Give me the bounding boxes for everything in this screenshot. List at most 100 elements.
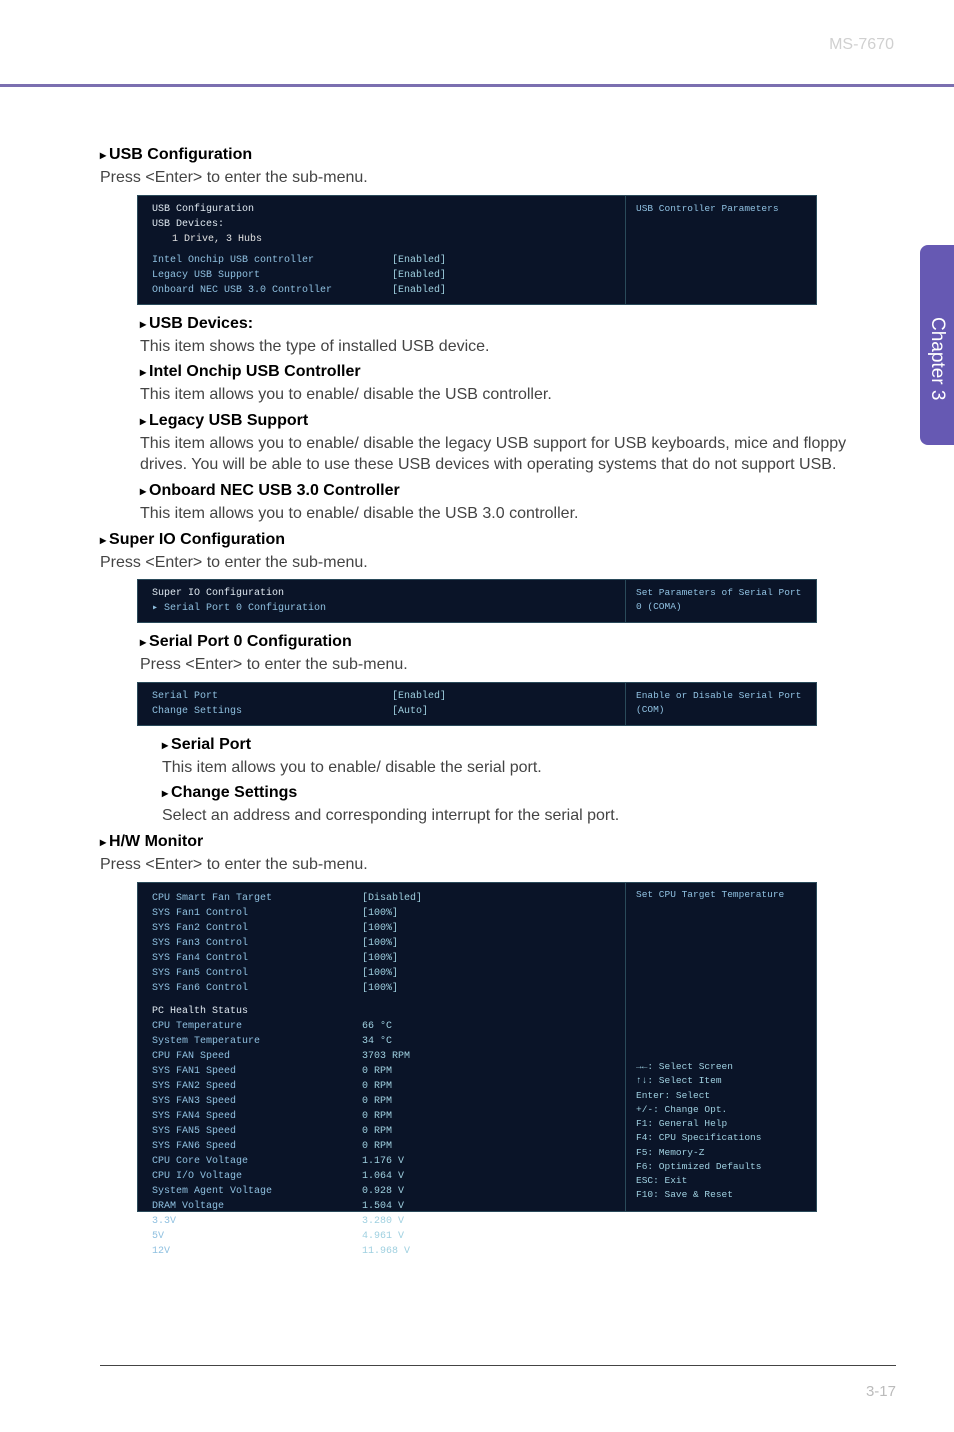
bios-value: 3.280 V xyxy=(362,1214,404,1229)
bios-help: Enable or Disable Serial Port (COM) xyxy=(636,689,806,718)
bios-value: [100%] xyxy=(362,921,398,936)
bios-help: Set Parameters of Serial Port 0 (COMA) xyxy=(636,586,806,615)
bios-value: [100%] xyxy=(362,936,398,951)
bios-value: [Enabled] xyxy=(392,689,446,704)
bios-nav-line: F1: General Help xyxy=(636,1117,806,1131)
bios-value: 1.176 V xyxy=(362,1154,404,1169)
bios-label: USB Devices: xyxy=(152,217,392,232)
onboard-nec-desc: This item allows you to enable/ disable … xyxy=(140,503,854,525)
hw-desc: Press <Enter> to enter the sub-menu. xyxy=(100,854,854,876)
bios-value: 4.961 V xyxy=(362,1229,404,1244)
usb-config-title: USB Configuration xyxy=(109,146,252,163)
bios-label: SYS Fan4 Control xyxy=(152,951,362,966)
bios-label: 12V xyxy=(152,1244,362,1259)
bios-label: USB Configuration xyxy=(152,202,392,217)
bios-label: DRAM Voltage xyxy=(152,1199,362,1214)
model-label: MS-7670 xyxy=(829,36,894,54)
bios-value: 34 °C xyxy=(362,1034,392,1049)
bios-value: 0 RPM xyxy=(362,1109,392,1124)
bios-label: SYS Fan1 Control xyxy=(152,906,362,921)
bios-value: [Enabled] xyxy=(392,268,446,283)
bios-nav-line: F6: Optimized Defaults xyxy=(636,1160,806,1174)
footer-divider xyxy=(100,1365,896,1366)
usb-devices-desc: This item shows the type of installed US… xyxy=(140,336,854,358)
bios-value: 0 RPM xyxy=(362,1064,392,1079)
bios-label: CPU Temperature xyxy=(152,1019,362,1034)
bios-label: SYS FAN3 Speed xyxy=(152,1094,362,1109)
bios-value: [100%] xyxy=(362,906,398,921)
usb-config-desc: Press <Enter> to enter the sub-menu. xyxy=(100,167,854,189)
serial0-title: Serial Port 0 Configuration xyxy=(149,633,352,650)
bios-section: PC Health Status xyxy=(152,1004,362,1019)
legacy-usb-title: Legacy USB Support xyxy=(149,412,308,429)
bios-nav-line: +/-: Change Opt. xyxy=(636,1103,806,1117)
serialport-title: Serial Port xyxy=(171,736,251,753)
serialport-desc: This item allows you to enable/ disable … xyxy=(162,757,854,779)
bios-value: 66 °C xyxy=(362,1019,392,1034)
bios-value: 0 RPM xyxy=(362,1079,392,1094)
bios-label: SYS Fan5 Control xyxy=(152,966,362,981)
changesettings-title: Change Settings xyxy=(171,784,297,801)
bios-label: SYS FAN1 Speed xyxy=(152,1064,362,1079)
chapter-tab: Chapter 3 xyxy=(920,245,954,445)
bios-label: SYS Fan6 Control xyxy=(152,981,362,996)
bios-label: SYS Fan3 Control xyxy=(152,936,362,951)
bios-label: SYS FAN5 Speed xyxy=(152,1124,362,1139)
bios-value: [100%] xyxy=(362,951,398,966)
bios-nav-line: Enter: Select xyxy=(636,1089,806,1103)
bios-label: Legacy USB Support xyxy=(152,268,392,283)
bios-label: SYS FAN4 Speed xyxy=(152,1109,362,1124)
bios-label: CPU FAN Speed xyxy=(152,1049,362,1064)
onboard-nec-title: Onboard NEC USB 3.0 Controller xyxy=(149,482,400,499)
serial0-desc: Press <Enter> to enter the sub-menu. xyxy=(140,654,854,676)
bios-label: System Temperature xyxy=(152,1034,362,1049)
bios-nav-line: F10: Save & Reset xyxy=(636,1188,806,1202)
bios-serial-box: Serial Port[Enabled] Change Settings[Aut… xyxy=(137,682,817,726)
bios-usb-box: USB Configuration USB Devices: 1 Drive, … xyxy=(137,195,817,305)
bios-value: 3703 RPM xyxy=(362,1049,410,1064)
bios-value: [Enabled] xyxy=(392,283,446,298)
bios-superio-box: Super IO Configuration ▸ Serial Port 0 C… xyxy=(137,579,817,623)
bios-label: 5V xyxy=(152,1229,362,1244)
bios-value: [Auto] xyxy=(392,704,428,719)
superio-title: Super IO Configuration xyxy=(109,531,285,548)
superio-desc: Press <Enter> to enter the sub-menu. xyxy=(100,552,854,574)
bios-label: Serial Port xyxy=(152,689,392,704)
changesettings-desc: Select an address and corresponding inte… xyxy=(162,805,854,827)
bios-label: CPU Smart Fan Target xyxy=(152,891,362,906)
bios-label: Super IO Configuration xyxy=(152,586,392,601)
bios-label: CPU Core Voltage xyxy=(152,1154,362,1169)
bios-value: 0 RPM xyxy=(362,1094,392,1109)
bios-value: 11.968 V xyxy=(362,1244,410,1259)
bios-value: 0.928 V xyxy=(362,1184,404,1199)
bios-nav-line: →←: Select Screen xyxy=(636,1060,806,1074)
bios-value: 1.504 V xyxy=(362,1199,404,1214)
legacy-usb-desc: This item allows you to enable/ disable … xyxy=(140,433,854,476)
bios-value: 1 Drive, 3 Hubs xyxy=(172,232,262,247)
bios-nav-line: F5: Memory-Z xyxy=(636,1146,806,1160)
page-number: 3-17 xyxy=(866,1383,896,1400)
bios-help: Set CPU Target Temperature xyxy=(636,889,806,900)
bios-nav-line: F4: CPU Specifications xyxy=(636,1131,806,1145)
bios-value: 1.064 V xyxy=(362,1169,404,1184)
hw-title: H/W Monitor xyxy=(109,833,203,850)
bios-label: CPU I/O Voltage xyxy=(152,1169,362,1184)
bios-hw-box: CPU Smart Fan Target[Disabled]SYS Fan1 C… xyxy=(137,882,817,1212)
bios-value: [100%] xyxy=(362,966,398,981)
bios-label: SYS FAN6 Speed xyxy=(152,1139,362,1154)
bios-label: Onboard NEC USB 3.0 Controller xyxy=(152,283,392,298)
bios-label: SYS Fan2 Control xyxy=(152,921,362,936)
bios-value: [Enabled] xyxy=(392,253,446,268)
bios-label: ▸ Serial Port 0 Configuration xyxy=(152,601,392,616)
bios-label: SYS FAN2 Speed xyxy=(152,1079,362,1094)
bios-value: 0 RPM xyxy=(362,1124,392,1139)
bios-label: Change Settings xyxy=(152,704,392,719)
intel-onchip-desc: This item allows you to enable/ disable … xyxy=(140,384,854,406)
bios-value: [100%] xyxy=(362,981,398,996)
bios-help: USB Controller Parameters xyxy=(636,202,806,216)
bios-nav-line: ↑↓: Select Item xyxy=(636,1074,806,1088)
bios-nav-line: ESC: Exit xyxy=(636,1174,806,1188)
bios-label: Intel Onchip USB controller xyxy=(152,253,392,268)
usb-devices-title: USB Devices: xyxy=(149,315,253,332)
bios-label: System Agent Voltage xyxy=(152,1184,362,1199)
